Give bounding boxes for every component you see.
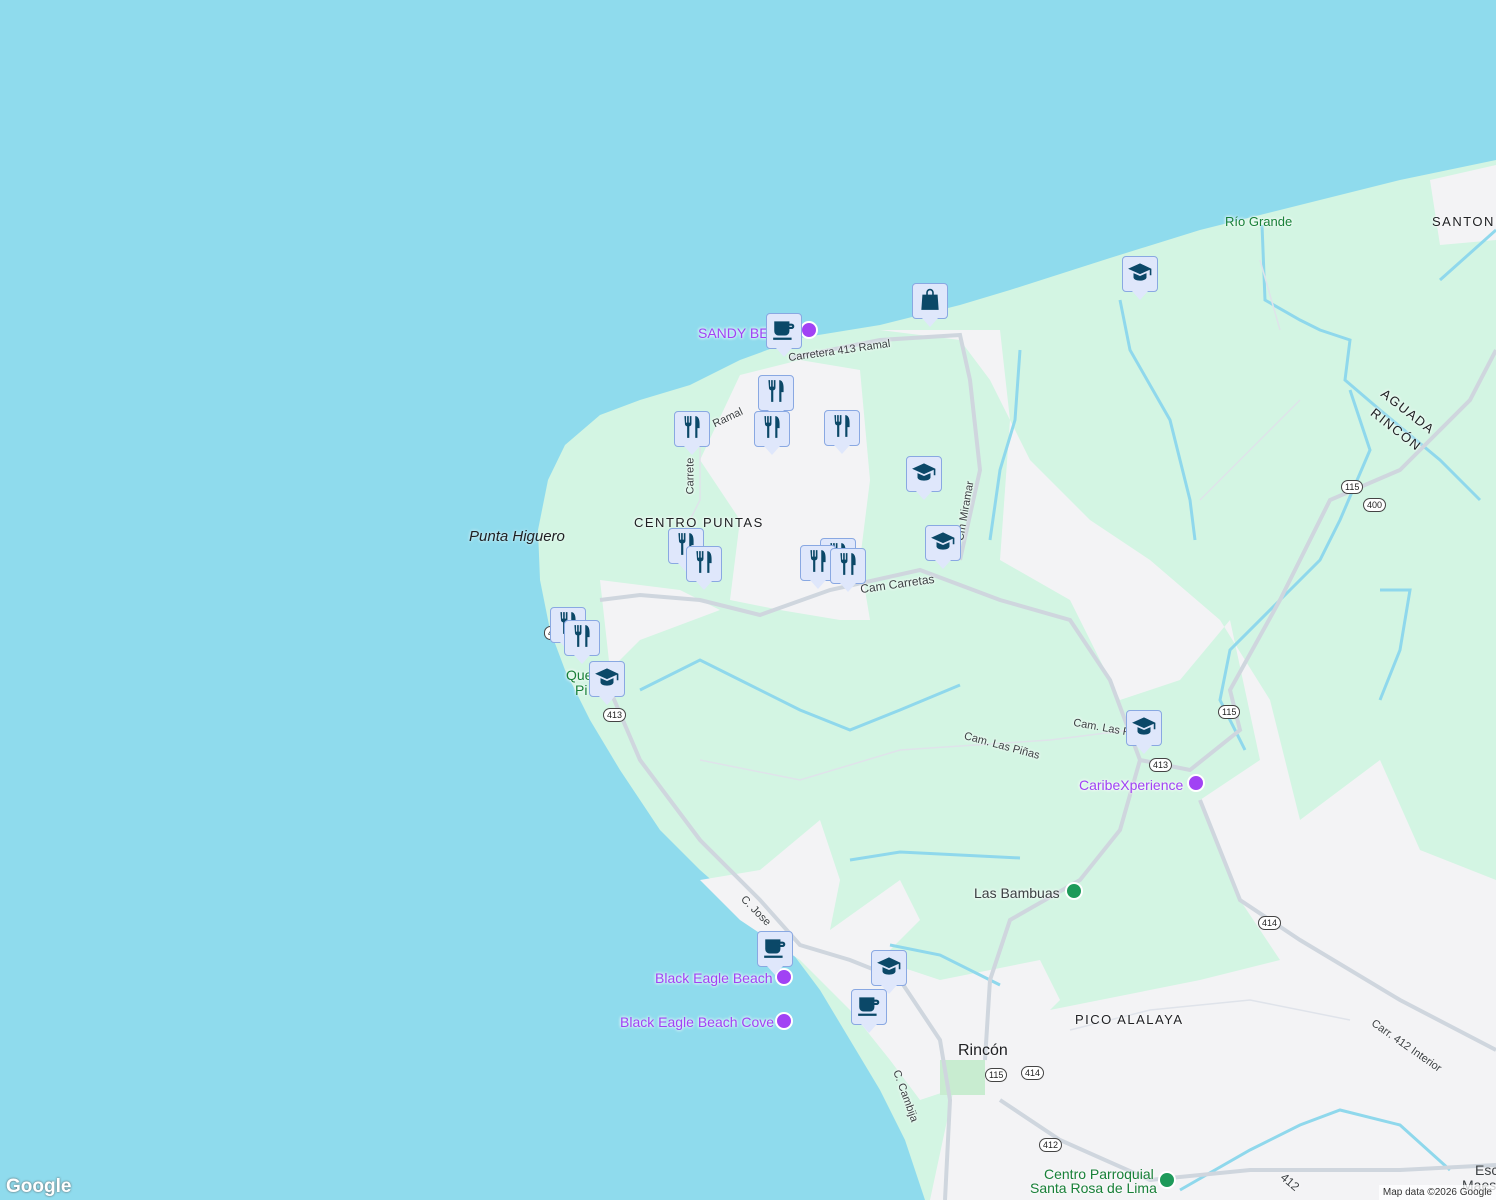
area-santoni: SANTONI [1432, 214, 1496, 229]
restaurant-icon [569, 623, 595, 654]
poi-sandy-beach-label[interactable]: SANDY BE [698, 325, 769, 341]
shopping-icon [917, 286, 943, 317]
restaurant-marker[interactable] [830, 548, 866, 584]
road-carretera-ramal-a: Carrete [684, 458, 696, 495]
cafe-marker[interactable] [757, 931, 793, 967]
restaurant-marker[interactable] [824, 410, 860, 446]
restaurant-icon [759, 414, 785, 445]
route-shield: 413 [603, 708, 626, 722]
attraction-poi-icon[interactable] [1187, 774, 1205, 792]
restaurant-icon [835, 551, 861, 582]
label-rio-grande: Río Grande [1225, 214, 1292, 229]
route-shield: 414 [1258, 916, 1281, 930]
poi-black-eagle-beach-label[interactable]: Black Eagle Beach [655, 970, 773, 986]
restaurant-icon [691, 549, 717, 580]
label-quebrada-2: Pi [575, 682, 587, 698]
area-punta-higuero: Punta Higuero [469, 528, 565, 545]
restaurant-icon [829, 413, 855, 444]
beach-poi-icon[interactable] [775, 1012, 793, 1030]
school-icon [911, 459, 937, 490]
restaurant-icon [763, 378, 789, 409]
school-marker[interactable] [589, 661, 625, 697]
route-shield: 412 [1039, 1138, 1062, 1152]
route-shield: 400 [1363, 498, 1386, 512]
restaurant-marker[interactable] [686, 546, 722, 582]
shopping-marker[interactable] [912, 283, 948, 319]
poi-santa-rosa-label[interactable]: Santa Rosa de Lima [1030, 1180, 1157, 1196]
cafe-marker[interactable] [766, 313, 802, 349]
restaurant-marker[interactable] [674, 411, 710, 447]
area-rincon: Rincón [958, 1042, 1008, 1060]
cafe-marker[interactable] [851, 989, 887, 1025]
school-icon [594, 664, 620, 695]
route-shield: 413 [1149, 758, 1172, 772]
cafe-icon [771, 316, 797, 347]
restaurant-marker[interactable] [758, 375, 794, 411]
area-pico-alalaya: PICO ALALAYA [1075, 1012, 1184, 1027]
park-poi-icon[interactable] [1065, 882, 1083, 900]
route-shield: 115 [1218, 705, 1240, 719]
restaurant-marker[interactable] [754, 411, 790, 447]
poi-caribexperience-label[interactable]: CaribeXperience [1079, 777, 1183, 793]
school-marker[interactable] [925, 525, 961, 561]
google-logo: Google [6, 1176, 71, 1198]
poi-black-eagle-cove-label[interactable]: Black Eagle Beach Cove [620, 1014, 774, 1030]
school-icon [876, 953, 902, 984]
school-marker[interactable] [871, 950, 907, 986]
restaurant-icon [805, 548, 831, 579]
route-shield: 414 [1021, 1066, 1044, 1080]
school-marker[interactable] [1126, 710, 1162, 746]
restaurant-marker[interactable] [564, 620, 600, 656]
route-shield: 115 [985, 1068, 1007, 1082]
map-attribution[interactable]: Map data ©2026 Google [1379, 1185, 1496, 1200]
restaurant-icon [679, 414, 705, 445]
cafe-icon [762, 934, 788, 965]
school-icon [930, 528, 956, 559]
label-esc: Esc [1475, 1162, 1496, 1178]
beach-poi-icon[interactable] [800, 321, 818, 339]
poi-las-bambuas-label[interactable]: Las Bambuas [974, 885, 1060, 901]
cafe-icon [856, 992, 882, 1023]
school-marker[interactable] [906, 456, 942, 492]
school-icon [1127, 259, 1153, 290]
school-icon [1131, 713, 1157, 744]
route-shield: 115 [1341, 480, 1363, 494]
church-poi-icon[interactable] [1158, 1171, 1176, 1189]
school-marker[interactable] [1122, 256, 1158, 292]
